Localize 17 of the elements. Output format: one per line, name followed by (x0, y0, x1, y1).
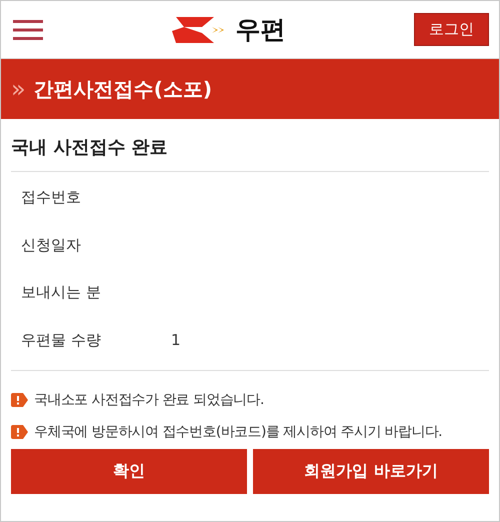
notice-text: 우체국에 방문하시여 접수번호(바코드)를 제시하여 주시기 바랍니다. (34, 423, 442, 441)
section-title: 국내 사전접수 완료 (11, 119, 489, 172)
login-button[interactable]: 로그인 (414, 13, 489, 46)
field-label: 보내시는 분 (21, 283, 102, 302)
menu-icon[interactable] (13, 18, 43, 40)
alert-icon (11, 393, 28, 407)
field-label: 접수번호 (21, 188, 82, 208)
field-label: 우편물 수량 (21, 330, 102, 350)
brand-name: 우편 (236, 14, 286, 46)
action-button[interactable]: 확인 (11, 449, 247, 494)
field-value: 1 (171, 331, 181, 350)
notice-text: 국내소포 사전접수가 완료 되었습니다. (34, 391, 264, 409)
alert-icon (11, 425, 28, 439)
action-button[interactable]: 회원가입 바로가기 (253, 449, 489, 494)
chevron-icon: » (11, 75, 26, 103)
page-title: 간편사전접수(소포) (34, 76, 212, 102)
field-label: 신청일자 (21, 236, 82, 255)
